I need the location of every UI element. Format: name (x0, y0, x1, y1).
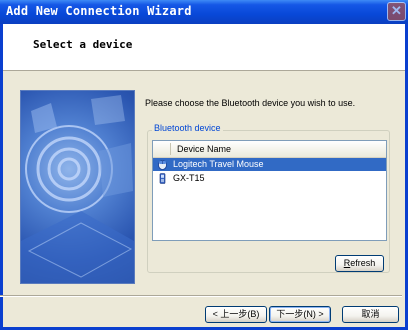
close-icon: ✕ (391, 3, 402, 18)
instruction-text: Please choose the Bluetooth device you w… (145, 98, 356, 108)
device-name: Logitech Travel Mouse (173, 159, 264, 169)
cancel-button[interactable]: 取消 (342, 306, 399, 323)
close-button[interactable]: ✕ (387, 2, 406, 21)
window-title: Add New Connection Wizard (6, 4, 192, 18)
back-label: < 上一步(B) (212, 309, 260, 319)
wizard-header: Select a device (3, 24, 405, 71)
refresh-button[interactable]: Refresh (335, 255, 384, 272)
mouse-icon (158, 160, 167, 170)
phone-icon (159, 173, 166, 184)
cancel-label: 取消 (361, 309, 380, 319)
page-title: Select a device (33, 38, 133, 51)
column-device-name: Device Name (177, 144, 232, 154)
next-label: 下一步(N) > (276, 309, 324, 319)
footer-divider (0, 295, 402, 297)
list-column-header[interactable]: Device Name (153, 141, 386, 158)
column-separator (170, 143, 171, 155)
device-list[interactable]: Device Name Logitech Travel Mouse GX-T15 (152, 140, 387, 241)
list-item[interactable]: GX-T15 (153, 172, 386, 185)
device-name: GX-T15 (173, 173, 205, 183)
group-label: Bluetooth device (152, 123, 223, 133)
back-button[interactable]: < 上一步(B) (205, 306, 267, 323)
bluetooth-wizard-illustration (20, 90, 135, 284)
refresh-label: efresh (350, 258, 376, 268)
list-item[interactable]: Logitech Travel Mouse (153, 158, 386, 171)
next-button[interactable]: 下一步(N) > (269, 306, 331, 323)
title-bar[interactable]: Add New Connection Wizard ✕ (0, 0, 408, 24)
